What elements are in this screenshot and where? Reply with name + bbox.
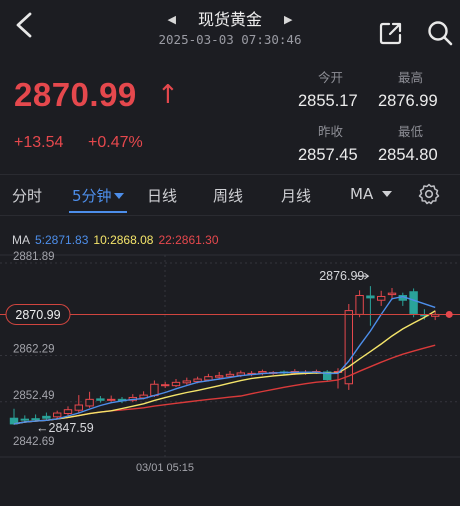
prev-symbol-icon[interactable]: ◀ xyxy=(168,13,176,26)
ma5-value: 5:2871.83 xyxy=(35,233,89,247)
candle xyxy=(204,376,213,381)
price-change: +13.54 xyxy=(14,134,64,151)
candle xyxy=(366,295,375,299)
candle xyxy=(377,295,386,301)
candle xyxy=(409,291,418,314)
page-title: 现货黄金 xyxy=(197,10,262,29)
tab-5min-label: 5分钟 xyxy=(72,187,112,205)
low-value: 2854.80 xyxy=(378,146,438,164)
tab-weekly[interactable]: 周线 xyxy=(213,185,243,206)
kline-chart[interactable]: MA 5:2871.83 10:2868.08 22:2861.30 2881.89 2… xyxy=(0,215,460,502)
candle xyxy=(161,384,170,387)
low-marker-label: ←2847.59 xyxy=(36,421,94,435)
ma-legend-label: MA xyxy=(12,233,30,247)
candle xyxy=(107,398,116,401)
candlestick-plot: 2881.892862.292852.492842.692870.992876.… xyxy=(0,251,460,474)
candle xyxy=(20,418,30,421)
period-tabs: 分时 5分钟 日线 周线 月线 MA xyxy=(0,174,460,216)
candle xyxy=(387,292,397,296)
candle xyxy=(85,398,94,407)
candle xyxy=(42,415,51,419)
ma10-value: 10:2868.08 xyxy=(93,233,154,247)
candle xyxy=(225,373,235,377)
active-tab-indicator xyxy=(69,211,127,213)
high-value: 2876.99 xyxy=(378,92,438,110)
up-arrow-icon: ↑ xyxy=(157,80,179,110)
open-label: 今开 xyxy=(318,70,344,85)
candle xyxy=(355,295,364,315)
ma22-value: 22:2861.30 xyxy=(158,233,219,247)
candle xyxy=(171,381,181,387)
candle xyxy=(31,418,40,421)
y-tick-label: 2842.69 xyxy=(13,436,55,448)
next-symbol-icon[interactable]: ▶ xyxy=(284,13,292,26)
y-tick-label: 2881.89 xyxy=(13,251,55,263)
candle xyxy=(150,383,159,397)
x-tick-label: 03/01 05:15 xyxy=(136,462,194,474)
prev-close-value: 2857.45 xyxy=(298,146,358,164)
tab-ma-label: MA xyxy=(350,185,374,203)
y-tick-label: 2852.49 xyxy=(13,390,55,402)
quote-summary: 2870.99 ↑ +13.54 +0.47% 今开 2855.17 最高 28… xyxy=(0,58,460,174)
candle xyxy=(182,380,192,384)
tab-5min[interactable]: 5分钟 xyxy=(72,185,124,206)
candle xyxy=(74,404,83,411)
search-icon[interactable] xyxy=(426,19,454,47)
current-price-tag-label: 2870.99 xyxy=(15,308,60,322)
tab-monthly[interactable]: 月线 xyxy=(281,185,311,206)
price-change-percent: +0.47% xyxy=(88,134,143,151)
y-tick-label: 2862.29 xyxy=(13,344,55,356)
low-label: 最低 xyxy=(398,124,424,139)
tab-timeshare[interactable]: 分时 xyxy=(12,185,42,206)
ma-legend: MA 5:2871.83 10:2868.08 22:2861.30 xyxy=(12,233,224,247)
current-price: 2870.99 xyxy=(14,76,137,113)
caret-down-icon xyxy=(382,191,393,197)
candle xyxy=(96,398,105,401)
candle xyxy=(63,409,73,415)
open-value: 2855.17 xyxy=(298,92,358,110)
settings-icon[interactable] xyxy=(418,183,440,205)
current-price-dot xyxy=(445,310,453,318)
caret-down-icon xyxy=(113,193,124,199)
candle xyxy=(344,310,354,385)
prev-close-label: 昨收 xyxy=(318,124,344,139)
high-label: 最高 xyxy=(398,70,424,85)
candle xyxy=(193,378,202,382)
tab-daily[interactable]: 日线 xyxy=(147,185,177,206)
top-bar: ◀ 现货黄金 ▶ 2025-03-03 07:30:46 xyxy=(0,0,460,58)
candle xyxy=(258,370,267,374)
share-icon[interactable] xyxy=(378,20,404,46)
candle xyxy=(53,412,62,418)
candle xyxy=(215,375,224,378)
tab-ma[interactable]: MA xyxy=(350,185,393,203)
